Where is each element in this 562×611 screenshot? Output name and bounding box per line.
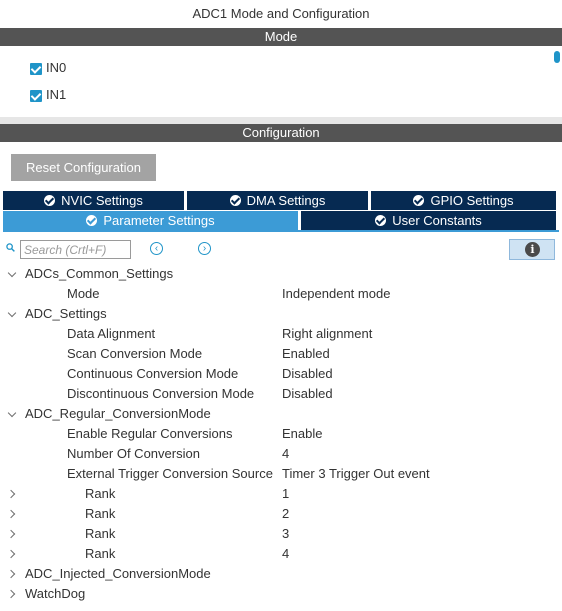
search-previous-button[interactable]: ‹ (150, 242, 163, 255)
tab-gpio-settings[interactable]: GPIO Settings (371, 191, 556, 210)
divider (0, 117, 562, 124)
chevron-right-icon[interactable] (7, 484, 19, 504)
tab-label: Parameter Settings (103, 213, 215, 228)
tree-label: Rank (85, 546, 116, 561)
search-next-button[interactable]: › (198, 242, 211, 255)
check-circle-icon (44, 195, 56, 206)
tab-user-constants[interactable]: User Constants (301, 211, 556, 230)
tree-label: Rank (85, 486, 116, 501)
tree-label: External Trigger Conversion Source (67, 466, 273, 481)
tree-group[interactable]: ADCs_Common_Settings (0, 264, 562, 284)
tree-label: Continuous Conversion Mode (67, 366, 239, 381)
chevron-right-icon[interactable] (7, 524, 19, 544)
tree-label: ADC_Injected_ConversionMode (25, 566, 211, 581)
tree-subgroup[interactable]: Rank 3 (0, 524, 562, 544)
window-title: ADC1 Mode and Configuration (192, 6, 370, 21)
channel-label: IN1 (46, 87, 67, 102)
tree-value[interactable]: Enabled (282, 344, 330, 364)
channel-in1[interactable]: IN1 (30, 87, 66, 103)
tree-parameter[interactable]: Scan Conversion Mode Enabled (0, 344, 562, 364)
tree-value[interactable]: 4 (282, 544, 289, 564)
tree-value[interactable]: 3 (282, 524, 289, 544)
tree-label: ADC_Settings (25, 306, 107, 321)
tree-parameter[interactable]: Discontinuous Conversion Mode Disabled (0, 384, 562, 404)
tree-label: Enable Regular Conversions (67, 426, 233, 441)
checkbox-checked-icon[interactable] (30, 62, 42, 75)
tree-value[interactable]: Enable (282, 424, 322, 444)
tree-group[interactable]: ADC_Injected_ConversionMode (0, 564, 562, 584)
tab-label: DMA Settings (246, 193, 326, 208)
channel-label: IN0 (46, 60, 67, 75)
info-icon: i (525, 242, 540, 257)
tab-label: NVIC Settings (61, 193, 143, 208)
chevron-right-icon[interactable] (7, 564, 19, 584)
mode-header: Mode (0, 28, 562, 46)
tree-parameter[interactable]: Continuous Conversion Mode Disabled (0, 364, 562, 384)
tabs-underline (3, 230, 559, 232)
tree-parameter[interactable]: External Trigger Conversion Source Timer … (0, 464, 562, 484)
tab-parameter-settings[interactable]: Parameter Settings (3, 211, 298, 230)
tree-label: Discontinuous Conversion Mode (67, 386, 255, 401)
tab-label: GPIO Settings (430, 193, 514, 208)
chevron-down-icon[interactable] (7, 404, 19, 424)
tree-group[interactable]: WatchDog (0, 584, 562, 604)
check-circle-icon (229, 195, 241, 206)
tab-dma-settings[interactable]: DMA Settings (187, 191, 368, 210)
tree-value[interactable]: 4 (282, 444, 289, 464)
tree-label: ADC_Regular_ConversionMode (25, 406, 211, 421)
tree-label: Rank (85, 506, 116, 521)
tree-parameter[interactable]: Data Alignment Right alignment (0, 324, 562, 344)
tree-subgroup[interactable]: Rank 4 (0, 544, 562, 564)
reset-configuration-button[interactable]: Reset Configuration (11, 154, 156, 181)
tree-label: Scan Conversion Mode (67, 346, 203, 361)
check-circle-icon (375, 215, 387, 226)
tree-parameter[interactable]: Mode Independent mode (0, 284, 562, 304)
tab-label: User Constants (392, 213, 482, 228)
tree-value[interactable]: Independent mode (282, 284, 390, 304)
tree-label: WatchDog (25, 586, 86, 601)
mode-panel: IN0 IN1 (0, 47, 562, 117)
tree-label: ADCs_Common_Settings (25, 266, 174, 281)
tree-subgroup[interactable]: Rank 1 (0, 484, 562, 504)
check-circle-icon (86, 215, 98, 226)
tree-parameter[interactable]: Enable Regular Conversions Enable (0, 424, 562, 444)
tree-parameter[interactable]: Number Of Conversion 4 (0, 444, 562, 464)
check-circle-icon (413, 195, 425, 206)
chevron-down-icon[interactable] (7, 264, 19, 284)
tree-label: Mode (67, 286, 100, 301)
tree-value[interactable]: Right alignment (282, 324, 372, 344)
tree-label: Rank (85, 526, 116, 541)
configuration-header: Configuration (0, 124, 562, 142)
tree-value[interactable]: Disabled (282, 384, 333, 404)
tree-label: Data Alignment (67, 326, 156, 341)
tree-group[interactable]: ADC_Regular_ConversionMode (0, 404, 562, 424)
checkbox-checked-icon[interactable] (30, 89, 42, 102)
channel-in0[interactable]: IN0 (30, 60, 66, 76)
tab-nvic-settings[interactable]: NVIC Settings (3, 191, 184, 210)
tree-label: Number Of Conversion (67, 446, 200, 461)
tree-value[interactable]: 1 (282, 484, 289, 504)
chevron-right-icon[interactable] (7, 584, 19, 604)
search-input[interactable] (20, 240, 131, 259)
chevron-right-icon[interactable] (7, 544, 19, 564)
tree-value[interactable]: 2 (282, 504, 289, 524)
info-button[interactable]: i (509, 239, 555, 260)
chevron-down-icon[interactable] (7, 304, 19, 324)
tree-group[interactable]: ADC_Settings (0, 304, 562, 324)
tree-value[interactable]: Timer 3 Trigger Out event (282, 464, 430, 484)
tree-subgroup[interactable]: Rank 2 (0, 504, 562, 524)
mode-scrollbar[interactable] (554, 51, 560, 63)
tree-value[interactable]: Disabled (282, 364, 333, 384)
search-icon (6, 243, 15, 252)
chevron-right-icon[interactable] (7, 504, 19, 524)
